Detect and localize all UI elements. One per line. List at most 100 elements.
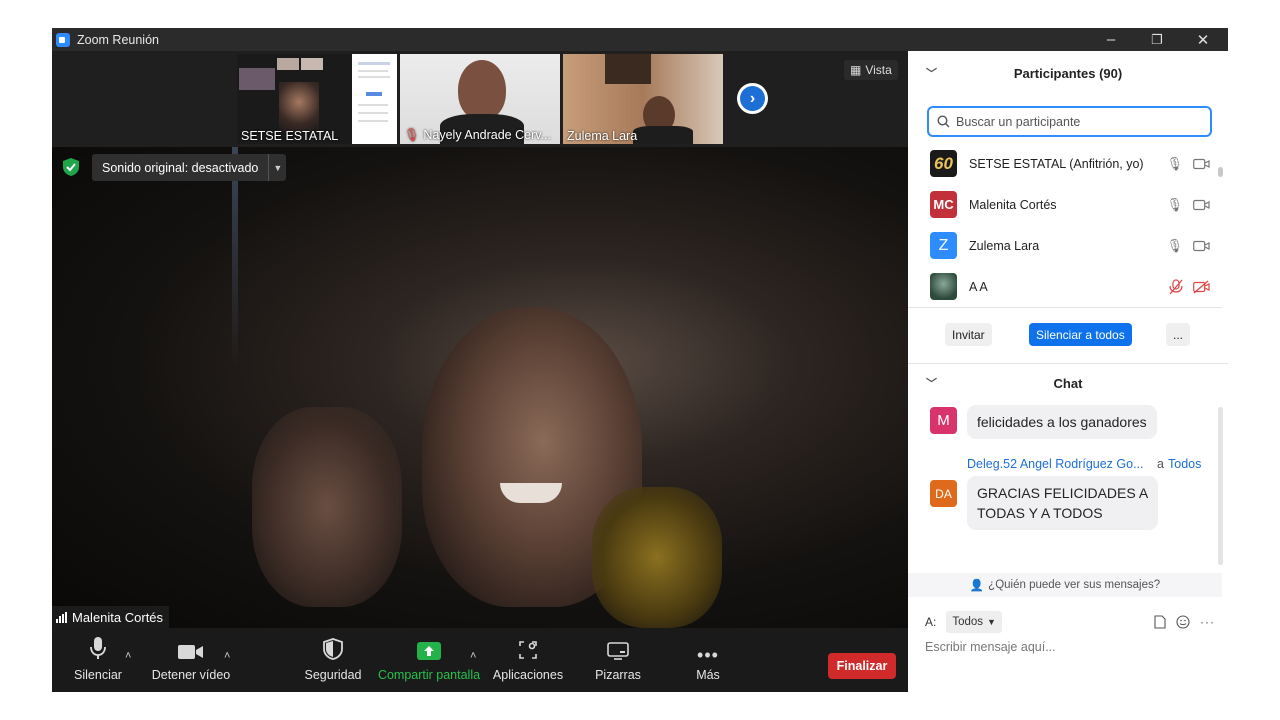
whiteboards-button[interactable]: Pizarras <box>592 628 644 692</box>
mute-all-button[interactable]: Silenciar a todos <box>1029 323 1132 346</box>
chat-scrollbar[interactable] <box>1218 407 1223 565</box>
thumbnail-zulema[interactable]: Zulema Lara <box>563 54 723 144</box>
chevron-down-icon: ▼ <box>987 617 996 627</box>
thumbnail-setse[interactable]: SETSE ESTATAL <box>237 54 397 144</box>
restore-button[interactable]: ❐ <box>1134 28 1180 51</box>
stop-video-button[interactable]: Detener vídeo <box>150 628 232 692</box>
collapse-chevron-icon[interactable]: ﹀ <box>926 65 937 81</box>
participants-footer: Invitar Silenciar a todos ... <box>908 317 1228 363</box>
participant-name: Malenita Cortés <box>969 197 1057 212</box>
participant-avatar: Z <box>930 232 957 259</box>
video-camera-icon[interactable] <box>1193 199 1210 211</box>
participant-list: 60 SETSE ESTATAL (Anfitrión, yo) 🎙 MC Ma… <box>908 143 1222 307</box>
microphone-icon[interactable]: 🎙 <box>1166 238 1183 254</box>
participant-row[interactable]: A A <box>908 266 1222 307</box>
video-options-chevron-icon[interactable]: ˄ <box>224 650 230 662</box>
mute-options-chevron-icon[interactable]: ˄ <box>125 650 131 662</box>
more-options-icon[interactable]: ··· <box>1200 615 1215 629</box>
file-icon[interactable] <box>1154 615 1166 629</box>
more-button[interactable]: ••• Más <box>688 628 728 692</box>
security-label: Seguridad <box>304 668 362 682</box>
message-recipient[interactable]: Todos <box>1168 457 1201 471</box>
next-page-button[interactable]: › <box>737 83 768 114</box>
emoji-icon[interactable] <box>1176 615 1190 629</box>
view-label: Vista <box>865 63 892 77</box>
chat-message-bubble: GRACIAS FELICIDADES A TODAS Y A TODOS <box>967 476 1159 530</box>
chat-message-bubble: felicidades a los ganadores <box>967 405 1157 439</box>
view-button[interactable]: ▦ Vista <box>844 60 898 80</box>
participant-name: A A <box>969 279 988 294</box>
participants-header: ﹀ Participantes (90) <box>908 53 1228 93</box>
participant-search-field[interactable]: Buscar un participante <box>927 106 1212 137</box>
speaker-name-label: Malenita Cortés <box>52 606 170 628</box>
participant-name: SETSE ESTATAL (Anfitrión, yo) <box>969 156 1144 171</box>
chat-message-line: TODAS Y A TODOS <box>977 505 1103 521</box>
participant-name: Zulema Lara <box>969 238 1040 253</box>
message-sender[interactable]: Deleg.52 Angel Rodríguez Go... <box>967 457 1144 471</box>
title-bar: Zoom Reunión – ❐ ✕ <box>52 28 1228 51</box>
share-screen-label: Compartir pantalla <box>377 668 481 682</box>
share-screen-icon <box>417 642 441 660</box>
participant-row[interactable]: 60 SETSE ESTATAL (Anfitrión, yo) 🎙 <box>908 143 1222 184</box>
active-speaker-video: Sonido original: desactivado ▼ Malenita … <box>52 147 908 628</box>
chat-message-line: GRACIAS FELICIDADES A <box>977 485 1149 501</box>
original-sound-label: Sonido original: desactivado <box>102 160 259 175</box>
participant-row[interactable]: MC Malenita Cortés 🎙 <box>908 184 1222 225</box>
apps-button[interactable]: Aplicaciones <box>492 628 564 692</box>
share-options-chevron-icon[interactable]: ˄ <box>470 650 476 662</box>
microphone-icon[interactable]: 🎙 <box>1166 156 1183 172</box>
search-icon <box>937 115 950 128</box>
collapse-chevron-icon[interactable]: ﹀ <box>926 375 937 391</box>
thumbnail-name: SETSE ESTATAL <box>241 129 339 143</box>
participant-avatar: 60 <box>930 150 957 177</box>
share-screen-button[interactable]: Compartir pantalla <box>377 628 481 692</box>
participants-more-button[interactable]: ... <box>1166 323 1191 346</box>
video-camera-icon[interactable] <box>1193 158 1210 170</box>
invite-button[interactable]: Invitar <box>945 323 992 346</box>
window-title: Zoom Reunión <box>77 32 159 47</box>
participant-scrollbar[interactable] <box>1218 167 1223 177</box>
who-can-see-link[interactable]: 👤 ¿Quién puede ver sus mensajes? <box>908 573 1222 597</box>
participants-title: Participantes (90) <box>1013 65 1123 81</box>
original-sound-toggle[interactable]: Sonido original: desactivado ▼ <box>92 154 287 181</box>
more-label: Más <box>696 668 720 682</box>
thumbnail-strip: SETSE ESTATAL 🎙 Nayely Andrade Cerv... Z… <box>52 51 908 147</box>
recipient-value: Todos <box>952 616 984 628</box>
meeting-toolbar: Silenciar ˄ Detener vídeo ˄ Seguridad Co… <box>52 628 908 692</box>
recipient-row: A: Todos ▼ ··· <box>925 611 1215 633</box>
thumbnail-name: Zulema Lara <box>567 129 638 143</box>
caret-down-icon[interactable]: ▼ <box>268 154 286 181</box>
message-avatar: M <box>930 407 957 434</box>
zoom-logo-icon <box>56 32 70 47</box>
close-button[interactable]: ✕ <box>1180 28 1226 51</box>
signal-bars-icon <box>56 611 67 623</box>
video-off-icon[interactable] <box>1193 280 1210 294</box>
chat-title: Chat <box>1053 375 1083 391</box>
message-to-prefix: a <box>1157 457 1164 471</box>
muted-mic-icon: 🎙 <box>404 128 420 142</box>
apps-icon <box>519 641 537 659</box>
security-button[interactable]: Seguridad <box>304 628 362 692</box>
more-dots-icon: ••• <box>697 645 719 665</box>
chat-message-input[interactable]: Escribir mensaje aquí... <box>925 640 1215 660</box>
to-label: A: <box>925 615 937 629</box>
participant-row[interactable]: Z Zulema Lara 🎙 <box>908 225 1222 266</box>
video-camera-icon <box>178 645 203 659</box>
microphone-icon[interactable]: 🎙 <box>1166 197 1183 213</box>
thumbnail-nayely[interactable]: 🎙 Nayely Andrade Cerv... <box>400 54 560 144</box>
chevron-right-icon: › <box>740 86 765 111</box>
participant-avatar: MC <box>930 191 957 218</box>
microphone-icon <box>90 637 106 659</box>
muted-microphone-icon[interactable] <box>1169 278 1183 295</box>
who-can-see-label: ¿Quién puede ver sus mensajes? <box>988 579 1161 591</box>
apps-label: Aplicaciones <box>492 668 564 682</box>
mute-button[interactable]: Silenciar <box>70 628 126 692</box>
grid-icon: ▦ <box>850 63 862 77</box>
end-meeting-button[interactable]: Finalizar <box>828 653 896 679</box>
message-avatar: DA <box>930 480 957 507</box>
minimize-button[interactable]: – <box>1088 28 1134 51</box>
video-camera-icon[interactable] <box>1193 240 1210 252</box>
document-preview <box>352 54 397 144</box>
side-panel: ﹀ Participantes (90) Buscar un participa… <box>908 51 1228 692</box>
recipient-dropdown[interactable]: Todos ▼ <box>946 611 1002 633</box>
